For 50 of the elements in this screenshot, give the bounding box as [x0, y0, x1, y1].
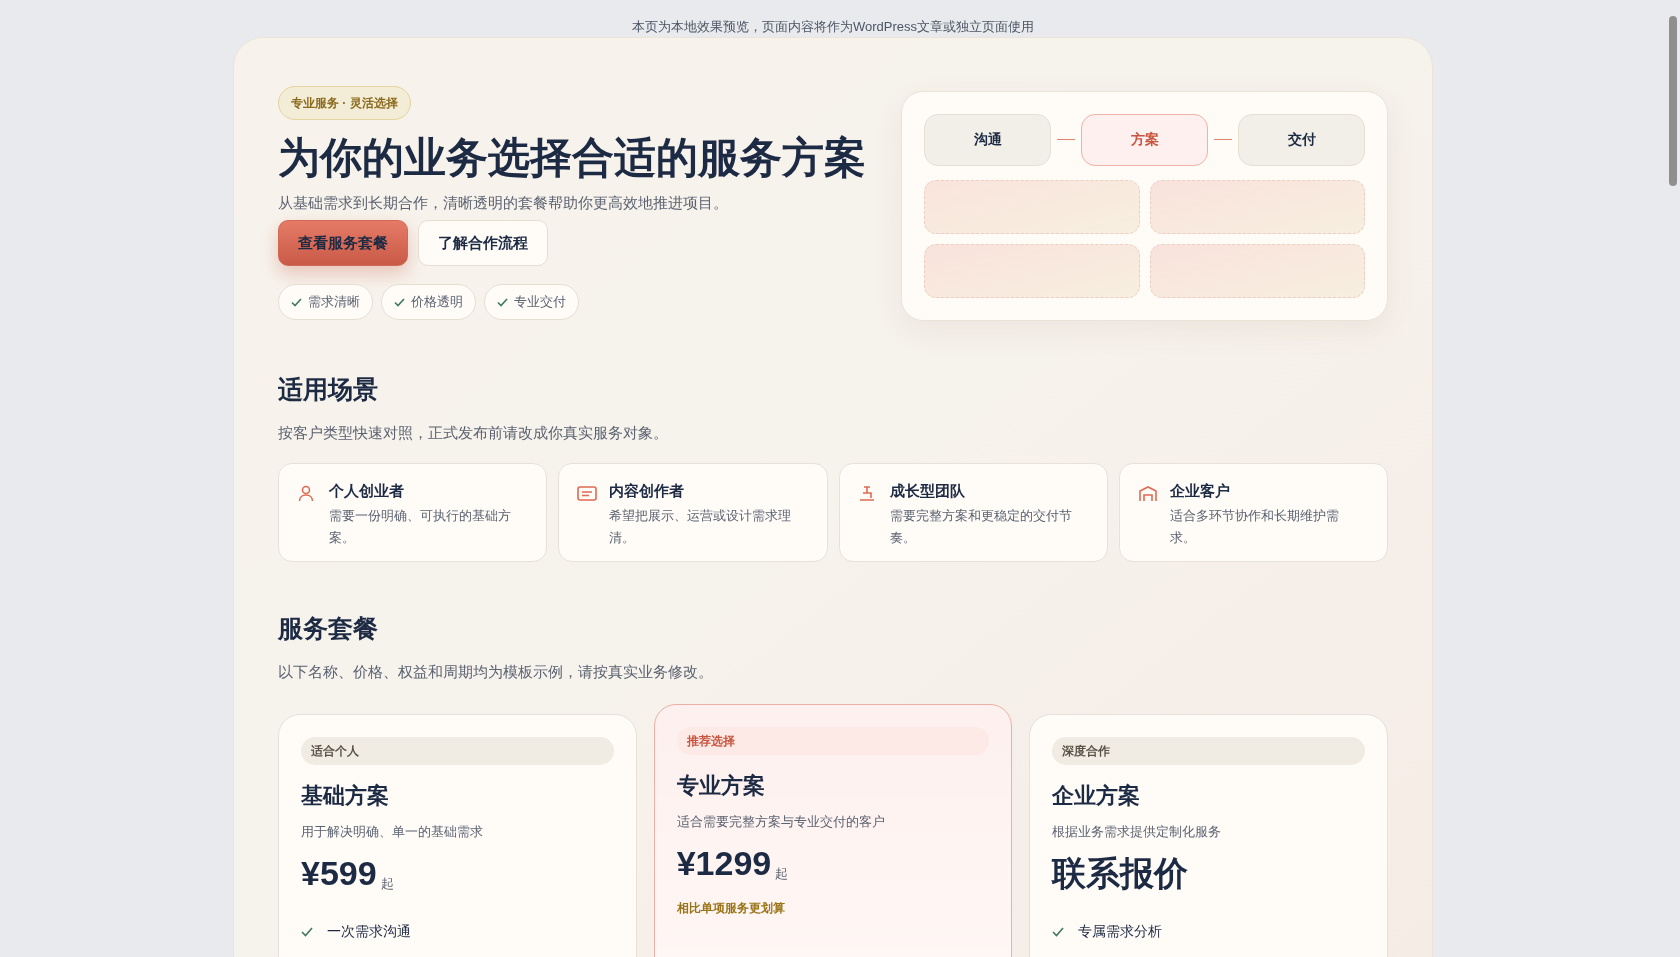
plan-description: 适合需要完整方案与专业交付的客户: [676, 812, 886, 831]
chip-label: 需求清晰: [308, 293, 360, 312]
plan-tag: 推荐选择: [676, 726, 990, 755]
check-icon: [497, 297, 508, 307]
price-unit: 起: [380, 874, 394, 893]
card-title: 内容创作者: [609, 480, 686, 501]
plan-tag: 深度合作: [1052, 736, 1365, 765]
connector-line: [1214, 139, 1232, 140]
preview-notice: 本页为本地效果预览，页面内容将作为WordPress文章或独立页面使用: [631, 18, 1035, 36]
hero-title: 为你的业务选择合适的服务方案: [278, 132, 866, 183]
process-step[interactable]: 交付: [1238, 113, 1365, 166]
check-icon: [394, 297, 405, 307]
plan-price: ¥1299: [676, 843, 772, 884]
hero-subtitle: 从基础需求到长期合作，清晰透明的套餐帮助你更高效地推进项目。: [278, 192, 728, 213]
section-subtitle: 以下名称、价格、权益和周期均为模板示例，请按真实业务修改。: [278, 662, 714, 682]
cta-button[interactable]: 查看服务套餐: [278, 220, 408, 266]
chip-label: 价格透明: [411, 293, 463, 312]
connector-line: [1057, 139, 1075, 140]
feature-text: 一次需求沟通: [327, 922, 411, 941]
plan-price: 联系报价: [1052, 853, 1189, 894]
section-subtitle: 按客户类型快速对照，正式发布前请改成你真实服务对象。: [278, 423, 669, 443]
plan-name: 基础方案: [301, 781, 390, 810]
process-step[interactable]: 沟通: [924, 113, 1051, 166]
card-text: 需要完整方案和更稳定的交付节奏。: [889, 507, 1073, 547]
feature-text: 专属需求分析: [1078, 922, 1163, 941]
card-text: 希望把展示、运营或设计需求理清。: [609, 507, 793, 547]
plan-tag: 适合个人: [301, 736, 614, 765]
plan-description: 用于解决明确、单一的基础需求: [301, 822, 484, 841]
plan-description: 根据业务需求提供定制化服务: [1052, 822, 1223, 841]
check-icon: [1052, 926, 1065, 937]
section-title: 适用场景: [278, 373, 379, 405]
plan-name: 专业方案: [676, 771, 766, 800]
card-title: 个人创业者: [329, 480, 405, 501]
section-title: 服务套餐: [278, 612, 379, 644]
plan-note: 相比单项服务更划算: [676, 900, 786, 917]
message-icon: [577, 483, 598, 503]
card-text: 适合多环节协作和长期维护需求。: [1169, 507, 1340, 547]
card-title: 企业客户: [1169, 480, 1231, 501]
card-title: 成长型团队: [889, 480, 966, 501]
tag-badge: 专业服务 · 灵活选择: [278, 85, 411, 120]
card-text: 需要一份明确、可执行的基础方案。: [329, 507, 512, 547]
check-icon: [301, 926, 313, 937]
price-unit: 起: [775, 864, 789, 883]
cta-button[interactable]: 了解合作流程: [418, 220, 548, 266]
process-step[interactable]: 方案: [1081, 113, 1208, 166]
building-icon: [1137, 483, 1158, 503]
chip-label: 专业交付: [514, 293, 566, 312]
plan-price: ¥599: [301, 853, 377, 894]
plan-name: 企业方案: [1052, 781, 1142, 810]
check-icon: [291, 297, 302, 307]
